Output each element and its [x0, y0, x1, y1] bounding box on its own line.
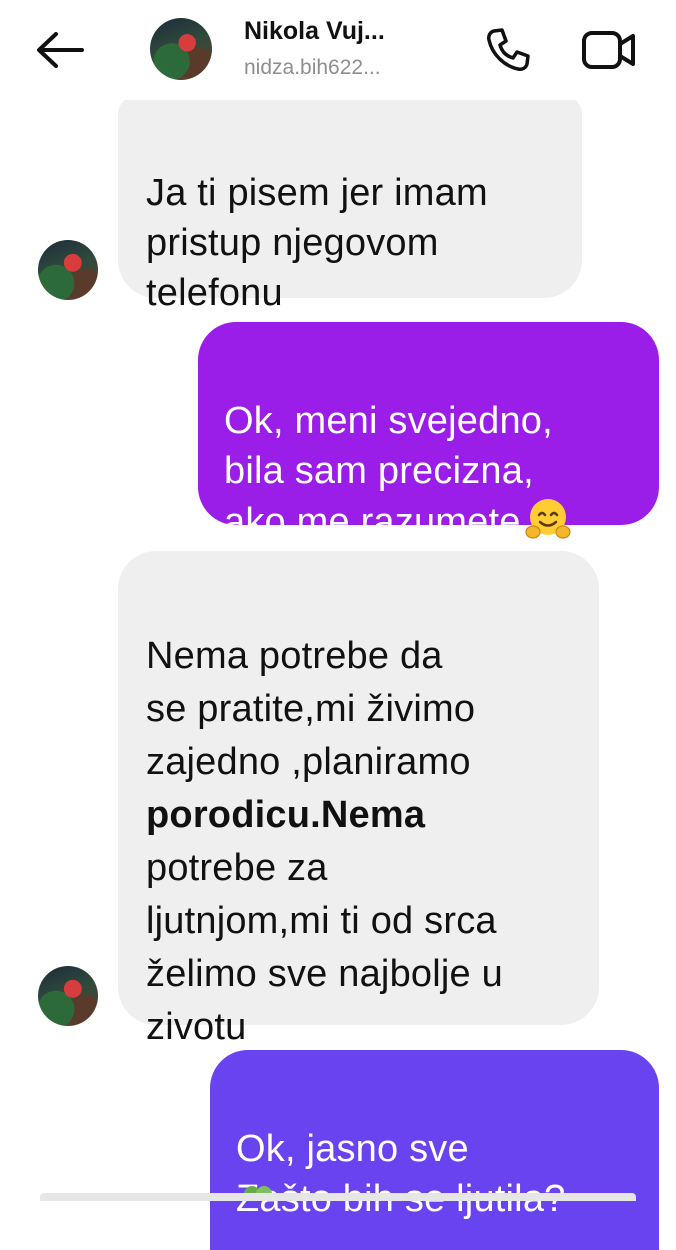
- message-text-bold: porodicu.Nema: [146, 794, 426, 836]
- received-message-bubble[interactable]: Ja ti pisem jer imam pristup njegovom te…: [118, 96, 582, 314]
- message-input-bar[interactable]: [40, 1193, 636, 1201]
- contact-avatar[interactable]: [150, 18, 212, 80]
- hugging-face-emoji: [524, 499, 571, 539]
- sent-message-bubble[interactable]: Ok, meni svejedno, bila sam precizna, ak…: [198, 322, 659, 543]
- message-text: Ok, jasno sve Zašto bih se ljutila?: [236, 1128, 565, 1220]
- received-message-bubble[interactable]: Nema potrebe da se pratite,mi živimo zaj…: [118, 551, 599, 1048]
- video-call-button[interactable]: [578, 24, 640, 76]
- sender-avatar[interactable]: [38, 966, 98, 1026]
- message-text: Ok, meni svejedno, bila sam precizna, ak…: [224, 400, 553, 543]
- video-camera-icon: [582, 31, 635, 69]
- back-button[interactable]: [30, 26, 88, 74]
- message-text-before: Nema potrebe da se pratite,mi živimo zaj…: [146, 635, 476, 783]
- chat-header: Nikola Vuj... nidza.bih622...: [0, 0, 676, 100]
- arrow-left-icon: [37, 32, 84, 68]
- audio-call-button[interactable]: [480, 24, 536, 76]
- contact-username[interactable]: nidza.bih622...: [244, 56, 381, 80]
- sent-message-bubble[interactable]: Ok, jasno sve Zašto bih se ljutila?: [210, 1050, 659, 1250]
- message-text-after: potrebe za ljutnjom,mi ti od srca želimo…: [146, 847, 503, 1048]
- message-text: Ja ti pisem jer imam pristup njegovom te…: [146, 172, 488, 314]
- sender-avatar[interactable]: [38, 240, 98, 300]
- phone-icon: [487, 28, 530, 71]
- contact-name[interactable]: Nikola Vuj...: [244, 17, 385, 46]
